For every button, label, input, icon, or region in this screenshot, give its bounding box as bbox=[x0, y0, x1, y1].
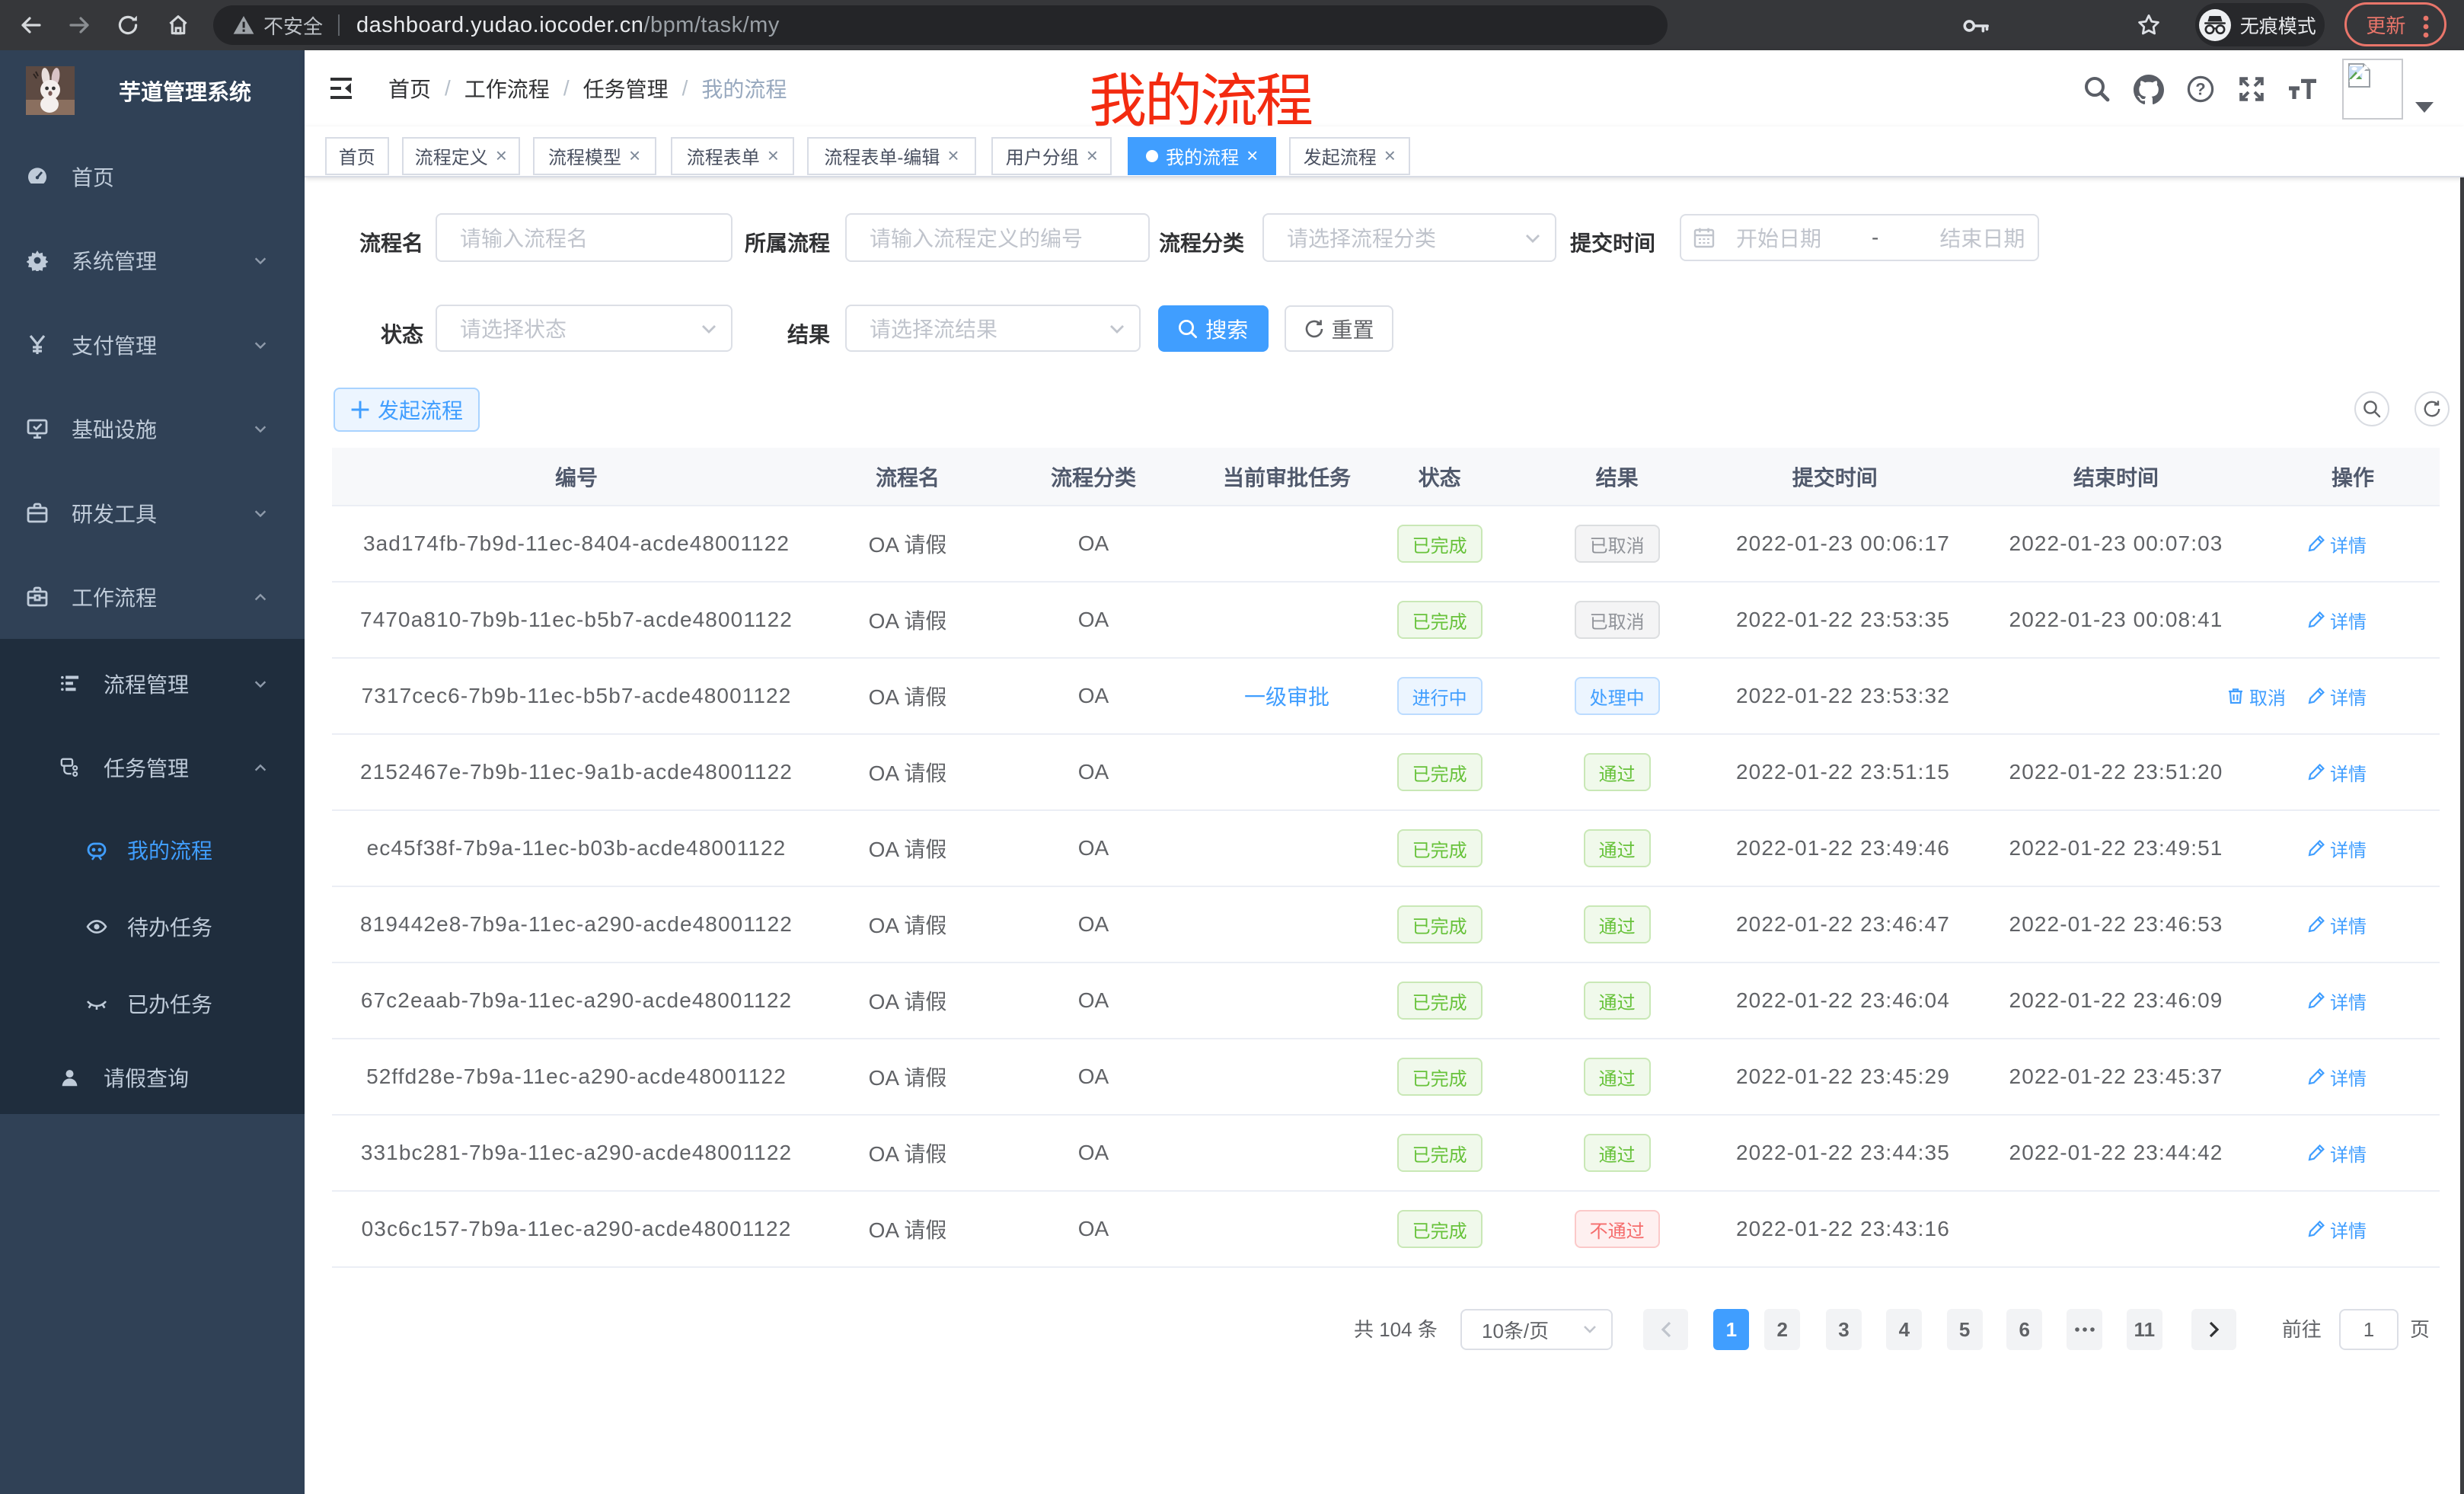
svg-text:?: ? bbox=[2195, 80, 2205, 99]
